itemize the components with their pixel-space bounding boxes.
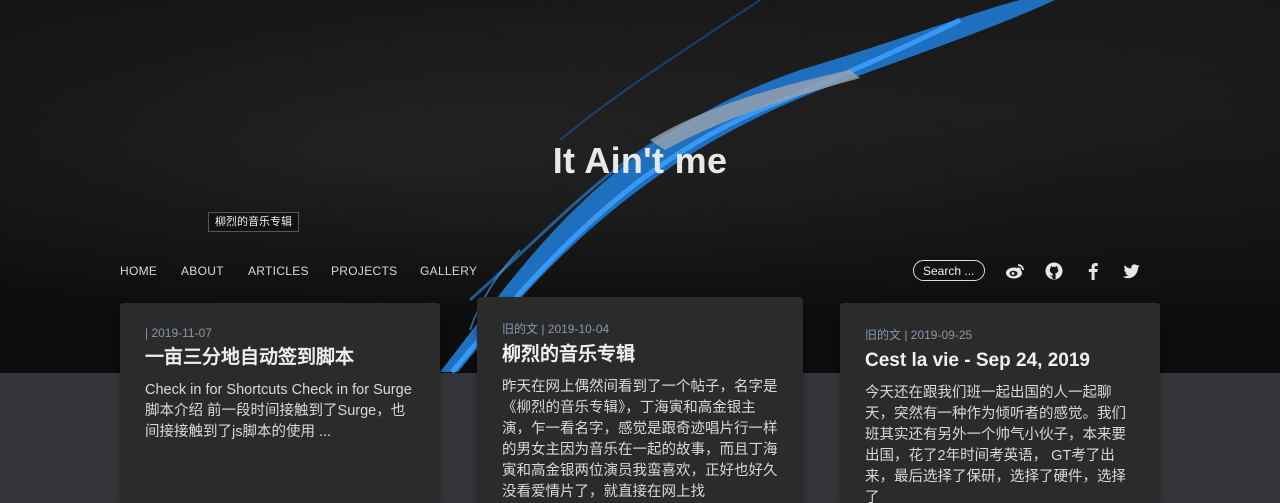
tooltip: 柳烈的音乐专辑 — [208, 212, 299, 232]
search-input[interactable] — [913, 260, 985, 281]
facebook-icon[interactable] — [1083, 262, 1103, 280]
post-meta: 旧的文 | 2019-09-25 — [865, 328, 973, 342]
weibo-icon[interactable] — [1005, 262, 1025, 280]
nav-articles[interactable]: ARTICLES — [248, 264, 309, 278]
twitter-icon[interactable] — [1121, 262, 1141, 280]
post-card[interactable]: 旧的文 | 2019-09-25 Cest la vie - Sep 24, 2… — [840, 303, 1160, 503]
post-title[interactable]: 柳烈的音乐专辑 — [502, 343, 778, 367]
post-title[interactable]: Cest la vie - Sep 24, 2019 — [865, 349, 1135, 373]
nav-projects[interactable]: PROJECTS — [331, 264, 397, 278]
github-icon[interactable] — [1044, 262, 1064, 280]
nav-about[interactable]: ABOUT — [181, 264, 224, 278]
post-card[interactable]: | 2019-11-07 一亩三分地自动签到脚本 Check in for Sh… — [120, 303, 440, 503]
post-excerpt: Check in for Shortcuts Check in for Surg… — [145, 382, 412, 440]
nav-home[interactable]: HOME — [120, 264, 157, 278]
post-excerpt: 今天还在跟我们班一起出国的人一起聊天，突然有一种作为倾听者的感觉。我们班其实还有… — [865, 385, 1126, 503]
post-meta: | 2019-11-07 — [145, 326, 212, 340]
post-title[interactable]: 一亩三分地自动签到脚本 — [145, 346, 415, 370]
post-excerpt: 昨天在网上偶然间看到了一个帖子，名字是《柳烈的音乐专辑》，丁海寅和高金银主演，乍… — [502, 379, 778, 500]
nav-gallery[interactable]: GALLERY — [420, 264, 477, 278]
post-meta: 旧的文 | 2019-10-04 — [502, 322, 610, 336]
site-title[interactable]: It Ain't me — [0, 140, 1280, 182]
post-card[interactable]: 旧的文 | 2019-10-04 柳烈的音乐专辑 昨天在网上偶然间看到了一个帖子… — [477, 297, 803, 503]
